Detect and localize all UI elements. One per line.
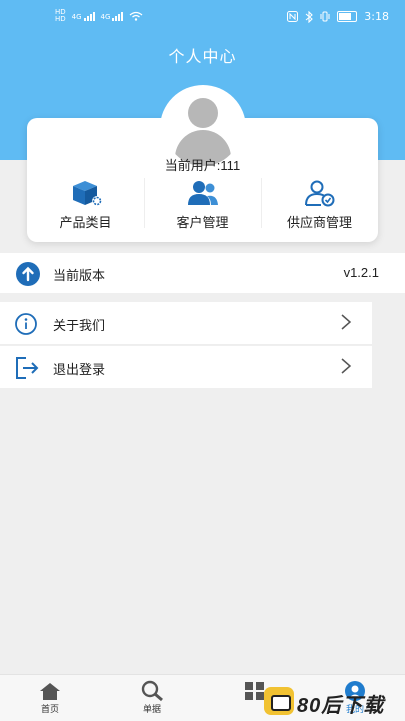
tab-label: 单据 [142, 705, 161, 715]
signal-2: 4G [101, 11, 124, 21]
logout-icon [14, 356, 40, 384]
tile-supplier-management[interactable]: 供应商管理 [261, 170, 378, 240]
tile-label: 供应商管理 [286, 216, 352, 231]
tab-home[interactable]: 首页 [20, 680, 80, 715]
tile-label: 客户管理 [176, 216, 229, 231]
search-icon [141, 680, 163, 702]
signal-1: 4G [72, 11, 95, 21]
tile-label: 产品类目 [59, 216, 112, 231]
status-time: 3:18 [364, 10, 389, 23]
sim-indicator: HD HD [55, 8, 66, 23]
battery-icon [337, 11, 358, 22]
vibrate-icon [320, 11, 330, 22]
product-category-icon [72, 181, 102, 206]
version-value: v1.2.1 [343, 265, 379, 280]
menu-item-label: 退出登录 [53, 363, 106, 378]
status-bar: HD HD 4G 4G 3:18 [0, 0, 405, 40]
tab-documents[interactable]: 单据 [122, 680, 182, 715]
watermark-logo-icon [264, 687, 294, 715]
menu-item-label: 关于我们 [53, 319, 106, 334]
version-label: 当前版本 [53, 269, 106, 284]
home-icon [40, 683, 60, 700]
version-row[interactable]: 当前版本 v1.2.1 [0, 253, 405, 293]
wifi-icon [130, 11, 143, 21]
tile-product-category[interactable]: 产品类目 [27, 170, 144, 240]
page-title: 个人中心 [168, 47, 237, 66]
menu-item-about[interactable]: 关于我们 [0, 302, 372, 345]
chevron-right-icon [340, 313, 352, 335]
customer-management-icon [187, 181, 218, 205]
watermark-text: 80后下载 [297, 695, 385, 717]
supplier-management-icon [304, 180, 334, 207]
tile-customer-management[interactable]: 客户管理 [144, 170, 261, 240]
nfc-icon [287, 11, 299, 22]
bluetooth-icon [305, 10, 314, 23]
tab-label: 首页 [40, 705, 59, 715]
chevron-right-icon [340, 357, 352, 379]
watermark: 80后下载 [262, 686, 405, 720]
signal-bars-icon [112, 11, 124, 21]
quick-actions: 产品类目 客户管理 供应商管理 [27, 170, 378, 240]
upload-arrow-icon [15, 261, 41, 291]
menu-item-logout[interactable]: 退出登录 [0, 346, 372, 388]
signal-bars-icon [83, 11, 95, 21]
info-icon [14, 312, 38, 340]
section-divider [0, 293, 405, 302]
